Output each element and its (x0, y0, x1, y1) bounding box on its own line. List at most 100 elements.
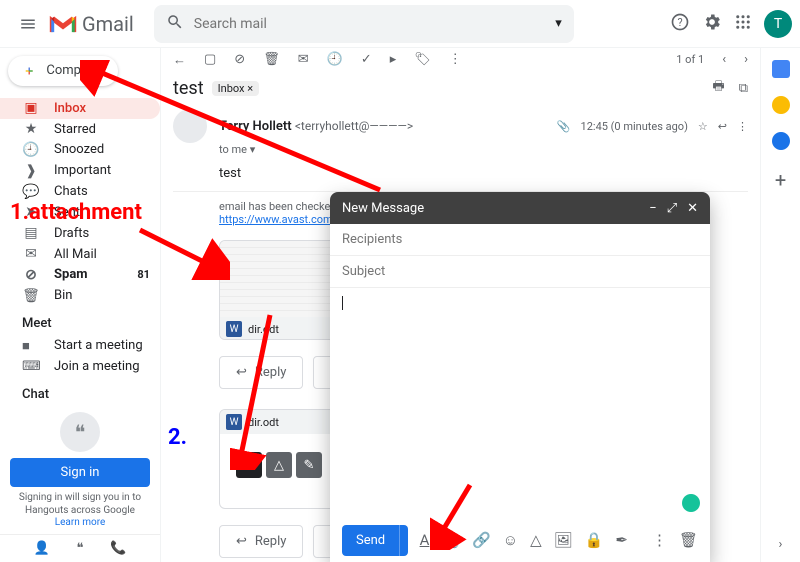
send-options-icon[interactable]: ▾ (399, 525, 407, 556)
attach-file-icon[interactable]: 📎 (441, 531, 460, 549)
archive-icon[interactable]: ▢ (204, 52, 216, 67)
nav-chats[interactable]: 💬Chats (0, 181, 160, 202)
insert-drive-icon[interactable]: △ (530, 531, 542, 549)
person-icon[interactable]: 👤 (33, 541, 49, 556)
join-meeting[interactable]: ⌨Join a meeting (0, 356, 160, 377)
more-icon[interactable]: ⋮ (449, 52, 462, 67)
spam-count: 81 (137, 268, 150, 281)
nav-important[interactable]: ❱Important (0, 160, 160, 181)
nav-bin[interactable]: 🗑Bin (0, 285, 160, 306)
insert-signature-icon[interactable]: ✒ (615, 531, 628, 549)
close-compose-icon[interactable]: ✕ (687, 201, 698, 216)
open-new-icon[interactable]: ⧉ (739, 81, 748, 96)
prev-icon[interactable]: ‹ (722, 52, 726, 67)
phone-icon[interactable]: 📞 (110, 541, 126, 556)
search-input[interactable] (194, 16, 555, 32)
star-msg-icon[interactable]: ☆ (698, 120, 708, 133)
reply-button-1[interactable]: ↩Reply (219, 356, 303, 389)
reply-arrow-icon: ↩ (236, 365, 247, 380)
compose-label: Compose (46, 63, 102, 78)
insert-photo-icon[interactable]: 🖼 (554, 531, 573, 549)
back-icon[interactable]: ← (173, 52, 186, 68)
gmail-logo[interactable]: Gmail (48, 12, 134, 36)
labels-icon[interactable]: 🏷 (414, 52, 431, 67)
learn-more-link[interactable]: Learn more (10, 517, 150, 528)
formatting-icon[interactable]: A (420, 531, 430, 549)
main-menu-icon[interactable] (8, 15, 48, 33)
nav-snoozed[interactable]: 🕘Snoozed (0, 139, 160, 160)
msg-more-icon[interactable]: ⋮ (737, 120, 748, 133)
reply-icon[interactable]: ↩ (718, 120, 727, 133)
hangout-mini-icon[interactable]: ❝ (77, 541, 84, 556)
section-chat-label: Chat (0, 377, 160, 406)
calendar-addon-icon[interactable] (772, 60, 790, 78)
compose-button[interactable]: Compose (8, 56, 118, 86)
pager-text: 1 of 1 (676, 53, 704, 66)
add-task-icon[interactable]: ✓ (361, 52, 372, 67)
search-bar[interactable]: ▾ (154, 5, 574, 43)
subject-row: test Inbox × 🖶 ⧉ (161, 71, 760, 105)
grammarly-icon[interactable] (682, 494, 700, 512)
collapse-panel-icon[interactable]: › (779, 537, 783, 552)
word-icon: W (226, 321, 242, 337)
attachment-filename: dir.odt (248, 323, 279, 336)
compose-body[interactable] (330, 288, 710, 518)
confidential-icon[interactable]: 🔒 (585, 531, 604, 549)
search-options-icon[interactable]: ▾ (555, 16, 562, 31)
edit-attachment-icon[interactable]: ✎ (296, 452, 322, 478)
subject-field[interactable] (330, 256, 710, 288)
compose-footer: Send▾ A 📎 🔗 ☺ △ 🖼 🔒 ✒ ⋮ 🗑 (330, 518, 710, 562)
account-avatar[interactable]: T (764, 10, 792, 38)
report-spam-icon[interactable]: ⊘ (234, 52, 245, 67)
mail-icon: ✉ (22, 246, 40, 262)
print-icon[interactable]: 🖶 (712, 77, 724, 99)
apps-icon[interactable] (734, 13, 752, 35)
nav-drafts[interactable]: ▤Drafts (0, 223, 160, 244)
mark-unread-icon[interactable]: ✉ (298, 52, 309, 67)
nav-inbox[interactable]: ▣Inbox (0, 98, 160, 119)
minimize-icon[interactable]: − (649, 201, 656, 216)
more-options-icon[interactable]: ⋮ (652, 531, 667, 549)
chat-footer-icons: 👤 ❝ 📞 (0, 534, 160, 562)
nav-starred[interactable]: ★Starred (0, 119, 160, 140)
attachment-filename-2: dir.odt (248, 416, 279, 429)
snooze-icon[interactable]: 🕘 (327, 52, 343, 67)
drafts-icon: ▤ (22, 225, 40, 241)
header: Gmail ▾ ? T (0, 0, 800, 48)
move-to-icon[interactable]: ▸ (390, 52, 397, 67)
inbox-icon: ▣ (22, 100, 40, 116)
support-icon[interactable]: ? (670, 12, 690, 36)
reply-button-2[interactable]: ↩Reply (219, 525, 303, 558)
logo-text: Gmail (82, 12, 134, 36)
delete-icon[interactable]: 🗑 (263, 52, 280, 67)
next-icon[interactable]: › (744, 52, 748, 67)
save-drive-icon[interactable]: △ (266, 452, 292, 478)
insert-link-icon[interactable]: 🔗 (472, 531, 491, 549)
nav-sent[interactable]: ➤Sent (0, 202, 160, 223)
start-meeting[interactable]: ■Start a meeting (0, 335, 160, 356)
word-icon: W (226, 414, 242, 430)
send-button[interactable]: Send▾ (342, 525, 408, 556)
get-addons-icon[interactable]: + (775, 168, 786, 192)
tasks-addon-icon[interactable] (772, 132, 790, 150)
keyboard-icon: ⌨ (22, 359, 40, 374)
label-chip[interactable]: Inbox × (212, 81, 259, 96)
sender-line: Terry Hollett <terryhollett@————> (219, 119, 413, 134)
important-icon: ❱ (22, 163, 40, 179)
nav-spam[interactable]: ⊘Spam81 (0, 265, 160, 286)
trash-icon: 🗑 (22, 288, 40, 304)
to-line[interactable]: to me ▾ (219, 143, 748, 156)
fullscreen-icon[interactable]: ⤢ (667, 201, 677, 216)
discard-draft-icon[interactable]: 🗑 (679, 531, 698, 549)
nav-all-mail[interactable]: ✉All Mail (0, 244, 160, 265)
sender-avatar[interactable] (173, 109, 207, 143)
settings-icon[interactable] (702, 12, 722, 36)
download-attachment-icon[interactable]: ⬇ (236, 452, 262, 478)
keep-addon-icon[interactable] (772, 96, 790, 114)
compose-titlebar[interactable]: New Message − ⤢ ✕ (330, 192, 710, 224)
insert-emoji-icon[interactable]: ☺ (503, 531, 518, 549)
svg-text:?: ? (677, 16, 682, 29)
reply-arrow-icon: ↩ (236, 534, 247, 549)
recipients-field[interactable] (330, 224, 710, 256)
signin-button[interactable]: Sign in (10, 458, 150, 487)
